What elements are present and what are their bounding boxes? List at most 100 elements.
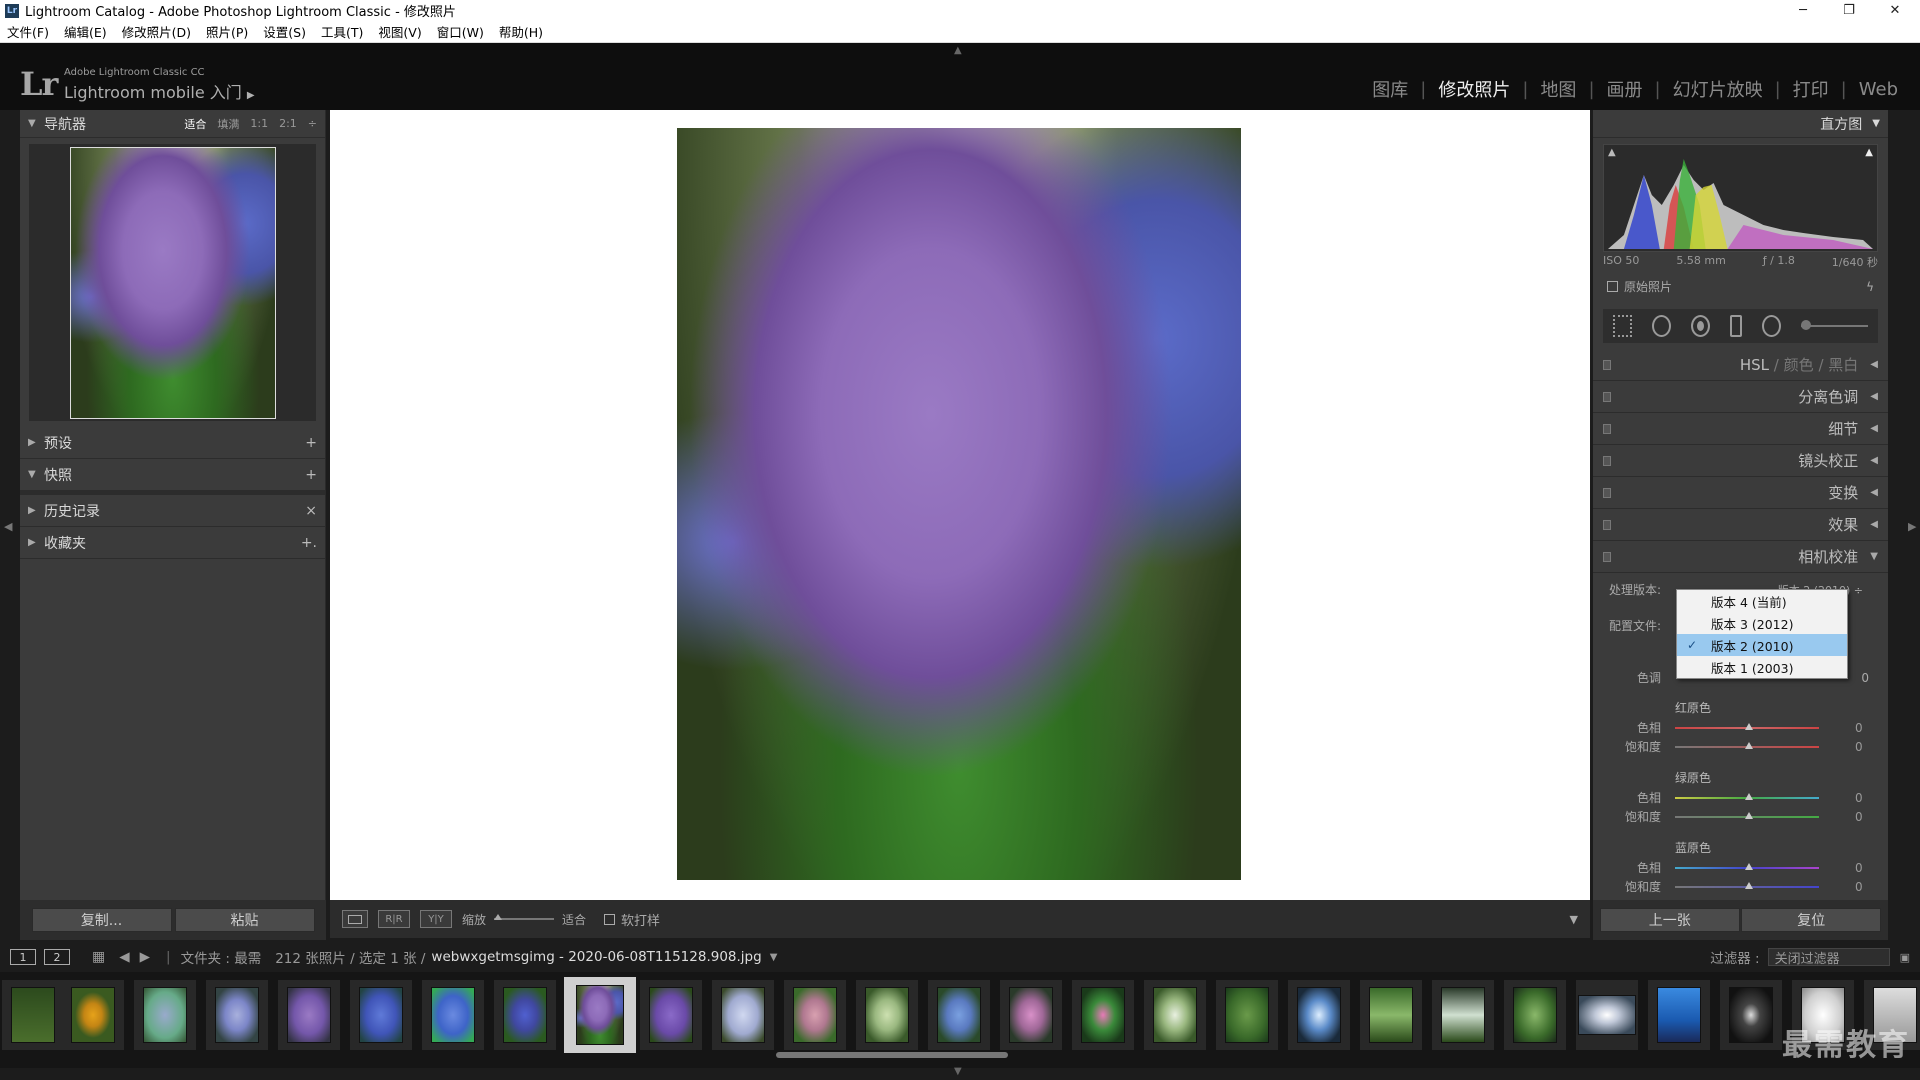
lens-corrections-section[interactable]: 镜头校正 ◀ — [1593, 445, 1888, 477]
filmstrip-thumbnail[interactable] — [62, 980, 124, 1050]
panel-switch-icon[interactable] — [1603, 391, 1611, 402]
filmstrip-thumbnail[interactable] — [1504, 980, 1566, 1050]
paste-settings-button[interactable]: 粘贴 — [174, 908, 315, 932]
effects-section[interactable]: 效果 ◀ — [1593, 509, 1888, 541]
dropdown-option[interactable]: 版本 3 (2012) — [1677, 612, 1847, 634]
expand-triangle-icon[interactable]: ▼ — [28, 118, 44, 129]
crop-tool-icon[interactable] — [1613, 315, 1632, 337]
color-tab[interactable]: 颜色 — [1784, 356, 1814, 374]
dropdown-option[interactable]: 版本 4 (当前) — [1677, 590, 1847, 612]
filmstrip-thumbnail[interactable] — [1720, 980, 1782, 1050]
reset-button[interactable]: 复位 — [1741, 908, 1882, 932]
dropdown-option[interactable]: 版本 1 (2003) — [1677, 656, 1847, 678]
blue-sat-slider[interactable] — [1675, 881, 1819, 889]
filmstrip-thumbnail[interactable] — [1144, 980, 1206, 1050]
main-photo[interactable] — [677, 128, 1241, 880]
hsl-section[interactable]: HSL / 颜色 / 黑白 ◀ — [1593, 349, 1888, 381]
module-map[interactable]: 地图 — [1528, 76, 1588, 102]
filmstrip-thumbnail[interactable] — [856, 980, 918, 1050]
menu-develop[interactable]: 修改照片(D) — [122, 22, 191, 41]
loupe-view[interactable] — [330, 110, 1590, 900]
menu-settings[interactable]: 设置(S) — [263, 22, 306, 41]
minimize-button[interactable]: ─ — [1780, 0, 1826, 21]
filmstrip-scrollbar[interactable] — [776, 1052, 1008, 1058]
dropdown-option-selected[interactable]: ✓ 版本 2 (2010) — [1677, 634, 1847, 656]
green-sat-value[interactable]: 0 — [1855, 810, 1863, 824]
filmstrip-thumbnail[interactable] — [1216, 980, 1278, 1050]
module-develop[interactable]: 修改照片 — [1426, 76, 1522, 102]
hsl-tab[interactable]: HSL — [1740, 356, 1769, 374]
transform-section[interactable]: 变换 ◀ — [1593, 477, 1888, 509]
copy-settings-button[interactable]: 复制... — [31, 908, 172, 932]
previous-button[interactable]: 上一张 — [1599, 908, 1740, 932]
filmstrip-thumbnail[interactable] — [206, 980, 268, 1050]
add-collection-icon[interactable]: +. — [301, 535, 317, 551]
filmstrip[interactable] — [0, 972, 1920, 1068]
detail-section[interactable]: 细节 ◀ — [1593, 413, 1888, 445]
navigator-header[interactable]: ▼ 导航器 适合 填满 1:1 2:1 ÷ — [20, 110, 325, 138]
panel-switch-icon[interactable] — [1603, 551, 1611, 562]
camera-calibration-section[interactable]: 相机校准 ▼ — [1593, 541, 1888, 573]
source-folder[interactable]: 文件夹 : 最需 — [181, 947, 262, 967]
blue-hue-slider[interactable] — [1675, 862, 1819, 870]
close-button[interactable]: ✕ — [1872, 0, 1918, 21]
module-library[interactable]: 图库 — [1360, 76, 1420, 102]
filmstrip-thumbnail[interactable] — [1288, 980, 1350, 1050]
green-sat-slider[interactable] — [1675, 811, 1819, 819]
module-web[interactable]: Web — [1847, 79, 1910, 100]
back-arrow-icon[interactable]: ◀ — [119, 949, 129, 965]
graduated-filter-icon[interactable] — [1730, 315, 1743, 337]
filter-lock-icon[interactable]: ▣ — [1900, 951, 1910, 964]
expanded-arrow-icon[interactable]: ▼ — [1870, 551, 1878, 562]
panel-switch-icon[interactable] — [1603, 455, 1611, 466]
before-after-button[interactable]: R|R — [378, 910, 410, 928]
filmstrip-thumbnail[interactable] — [494, 980, 556, 1050]
collapsed-arrow-icon[interactable]: ◀ — [1870, 391, 1878, 402]
before-after-split-button[interactable]: Y|Y — [420, 910, 452, 928]
green-hue-value[interactable]: 0 — [1855, 791, 1863, 805]
menu-help[interactable]: 帮助(H) — [499, 22, 543, 41]
right-panel-edge[interactable]: ▶ — [1890, 110, 1920, 940]
filename-menu-icon[interactable]: ▼ — [770, 952, 778, 963]
loupe-view-button[interactable] — [342, 910, 368, 928]
filmstrip-thumbnail[interactable] — [2, 980, 64, 1050]
menu-photo[interactable]: 照片(P) — [206, 22, 248, 41]
filmstrip-thumbnail[interactable] — [278, 980, 340, 1050]
filmstrip-thumbnail[interactable] — [928, 980, 990, 1050]
menu-window[interactable]: 窗口(W) — [437, 22, 484, 41]
menu-edit[interactable]: 编辑(E) — [64, 22, 107, 41]
filmstrip-thumbnail[interactable] — [712, 980, 774, 1050]
identity-plate[interactable]: Lightroom mobile 入门 ▶ — [64, 79, 255, 103]
filmstrip-thumbnail[interactable] — [422, 980, 484, 1050]
filmstrip-thumbnail[interactable] — [1072, 980, 1134, 1050]
radial-filter-icon[interactable] — [1762, 315, 1782, 337]
left-panel-edge[interactable]: ◀ — [0, 110, 20, 940]
collapsed-arrow-icon[interactable]: ◀ — [1870, 359, 1878, 370]
filmstrip-thumbnail[interactable] — [1360, 980, 1422, 1050]
module-print[interactable]: 打印 — [1781, 76, 1841, 102]
original-photo-checkbox[interactable] — [1607, 281, 1618, 292]
collapsed-arrow-icon[interactable]: ◀ — [1870, 423, 1878, 434]
filmstrip-thumbnail[interactable] — [640, 980, 702, 1050]
menu-view[interactable]: 视图(V) — [378, 22, 421, 41]
collapsed-arrow-icon[interactable]: ◀ — [1870, 487, 1878, 498]
secondary-window-button[interactable]: 2 — [44, 949, 70, 965]
filmstrip-thumbnail[interactable] — [1576, 980, 1638, 1050]
slider-knob[interactable] — [1745, 881, 1753, 889]
zoom-fill[interactable]: 填满 — [217, 116, 239, 132]
menu-tools[interactable]: 工具(T) — [321, 22, 363, 41]
maximize-button[interactable]: ❐ — [1826, 0, 1872, 21]
filmstrip-thumbnail[interactable] — [350, 980, 412, 1050]
shadow-clipping-icon[interactable]: ▲ — [1608, 147, 1616, 158]
filmstrip-thumbnail-selected[interactable] — [564, 977, 636, 1053]
histogram-header[interactable]: 直方图 ▼ — [1593, 110, 1888, 138]
softproof-checkbox[interactable] — [604, 913, 616, 925]
zoom-2-1[interactable]: 2:1 — [279, 117, 297, 130]
clear-history-icon[interactable]: × — [305, 503, 317, 519]
zoom-slider[interactable] — [494, 914, 555, 920]
add-preset-icon[interactable]: + — [305, 435, 317, 451]
module-slideshow[interactable]: 幻灯片放映 — [1661, 76, 1775, 102]
blue-sat-value[interactable]: 0 — [1855, 880, 1863, 894]
filmstrip-thumbnail[interactable] — [1000, 980, 1062, 1050]
zoom-more-icon[interactable]: ÷ — [308, 117, 317, 130]
